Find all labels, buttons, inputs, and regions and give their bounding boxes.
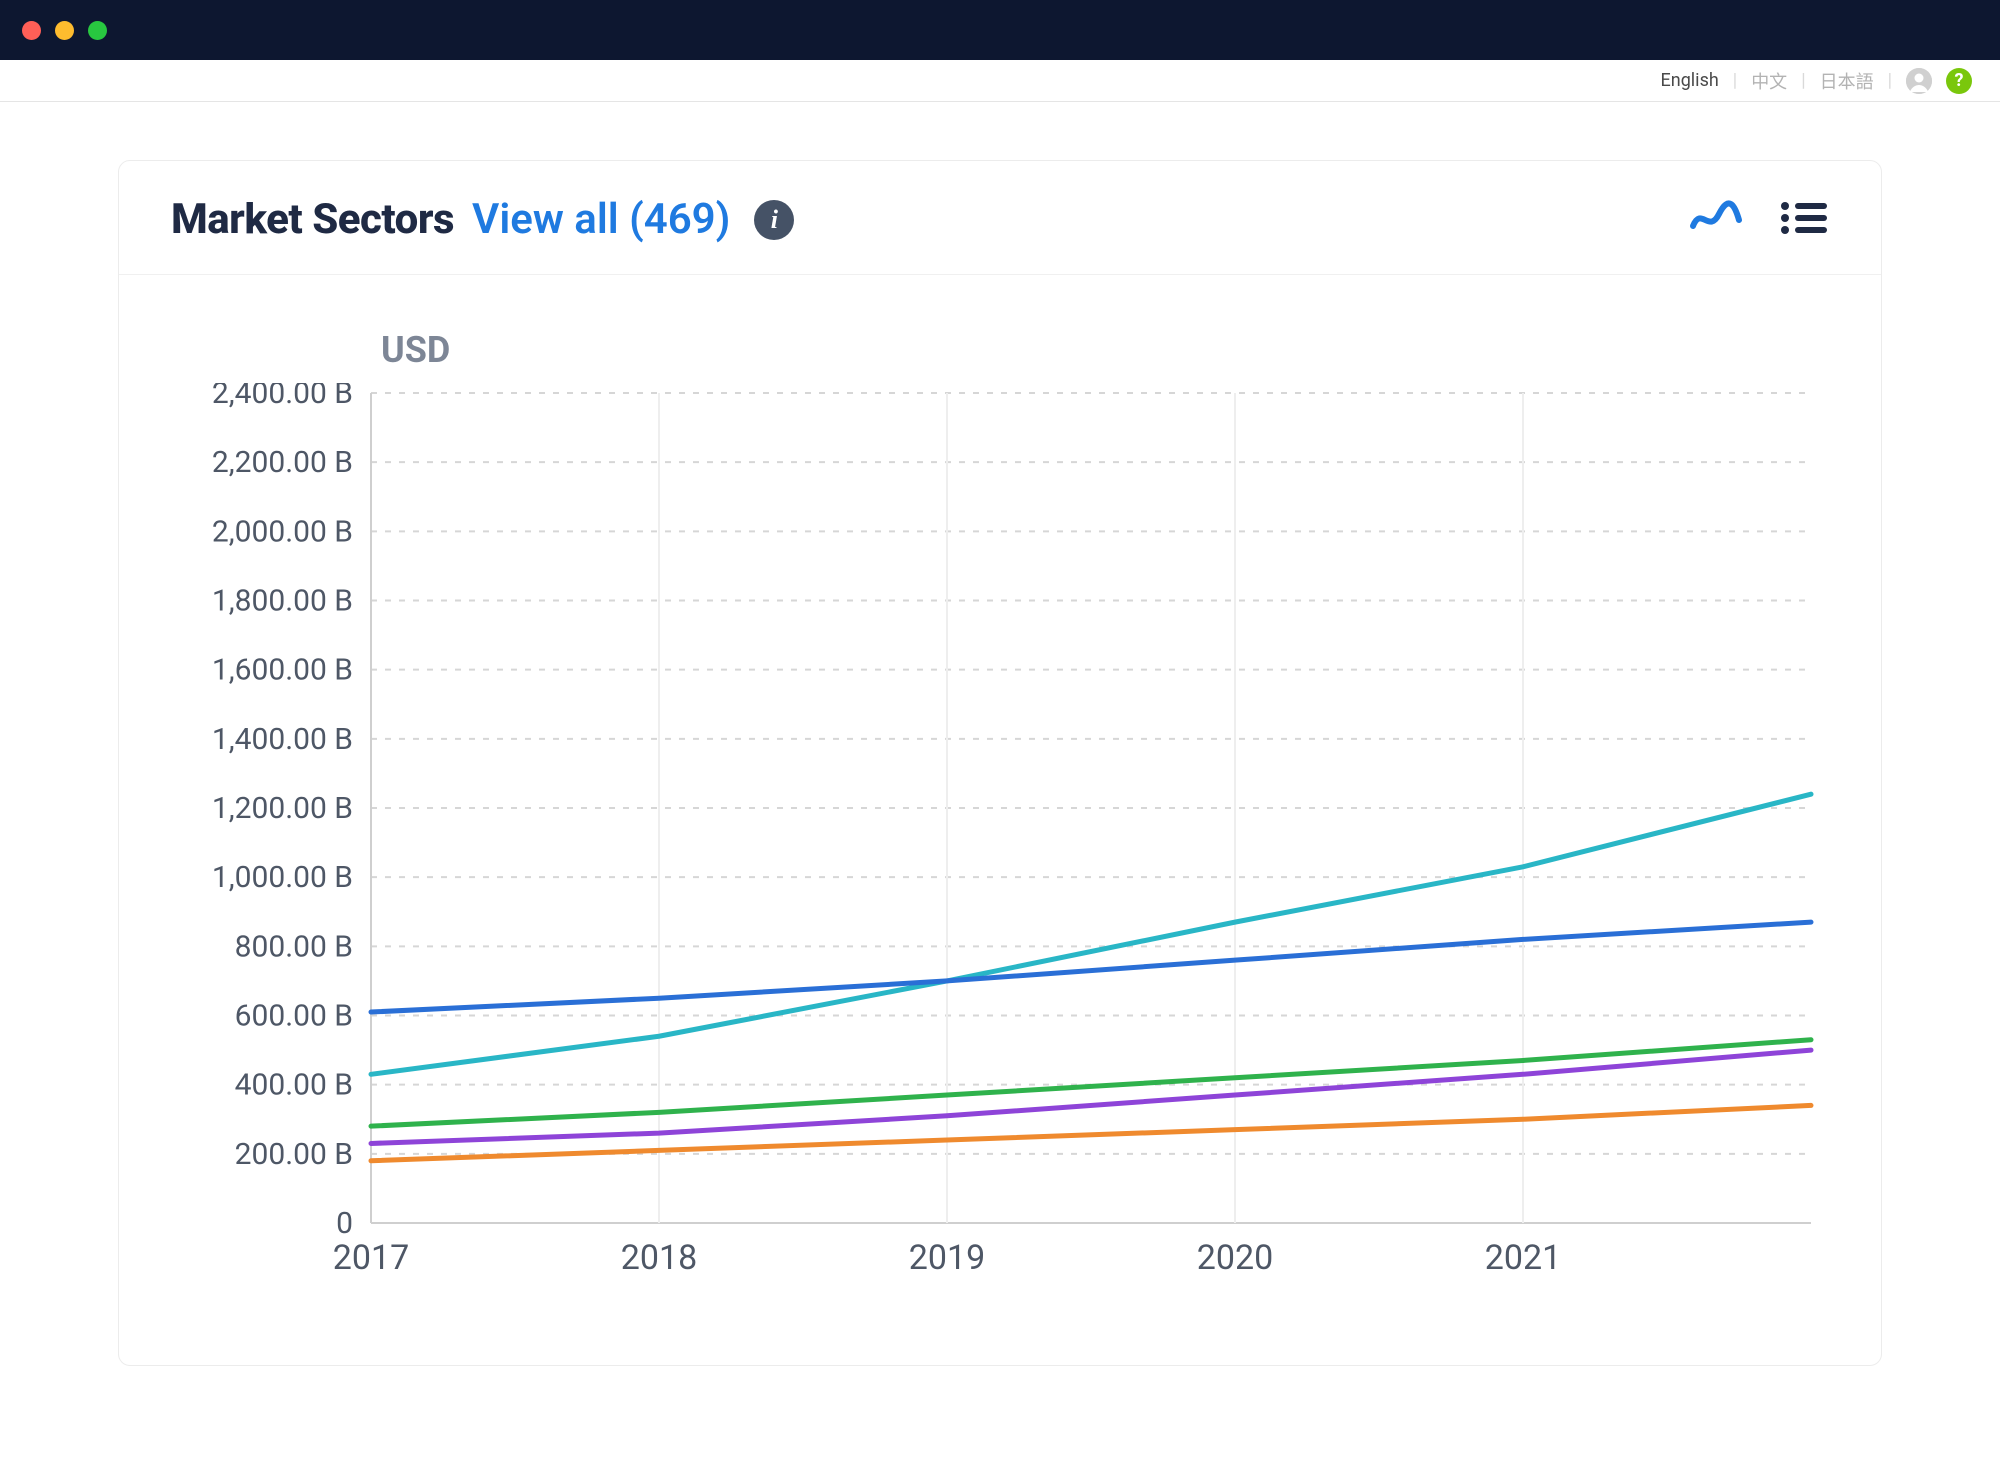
user-avatar-icon[interactable] <box>1906 68 1932 94</box>
lang-japanese[interactable]: 日本語 <box>1820 68 1874 94</box>
card-title: Market Sectors <box>171 195 454 244</box>
separator: | <box>1888 70 1892 91</box>
chart-series-blue <box>371 922 1811 1012</box>
list-view-toggle-icon[interactable] <box>1779 198 1829 242</box>
chart-y-tick-label: 2,400.00 B <box>212 383 353 411</box>
chart-x-tick-label: 2021 <box>1485 1238 1561 1278</box>
window-minimize-dot[interactable] <box>55 21 74 40</box>
chart-y-tick-label: 1,800.00 B <box>212 584 353 619</box>
chart-y-tick-label: 400.00 B <box>235 1068 353 1103</box>
chart-x-tick-label: 2019 <box>909 1238 985 1278</box>
chart-series-green <box>371 1040 1811 1126</box>
help-icon[interactable]: ? <box>1946 68 1972 94</box>
window-close-dot[interactable] <box>22 21 41 40</box>
chart-y-tick-label: 1,200.00 B <box>212 791 353 826</box>
top-utility-bar: English | 中文 | 日本語 | ? <box>0 60 2000 102</box>
chart-container: USD 0 200.00 B 400.00 B 600.00 B 800.00 B 1,0… <box>119 275 1881 1365</box>
chart-y-tick-label: 600.00 B <box>235 999 353 1034</box>
market-sectors-line-chart: 0 200.00 B 400.00 B 600.00 B 800.00 B 1,000.0… <box>171 383 1831 1303</box>
chart-series-purple <box>371 1050 1811 1143</box>
market-sectors-card: Market Sectors View all (469) i <box>118 160 1882 1366</box>
chart-y-tick-label: 1,400.00 B <box>212 722 353 757</box>
lang-chinese[interactable]: 中文 <box>1751 68 1787 94</box>
window-zoom-dot[interactable] <box>88 21 107 40</box>
chart-y-tick-label: 1,000.00 B <box>212 860 353 895</box>
chart-y-tick-label: 0 <box>336 1206 353 1241</box>
view-all-link[interactable]: View all (469) <box>472 195 730 244</box>
separator: | <box>1801 70 1805 91</box>
chart-x-tick-label: 2017 <box>333 1238 409 1278</box>
chart-x-tick-label: 2018 <box>621 1238 697 1278</box>
chart-y-axis-label: USD <box>381 329 1829 371</box>
separator: | <box>1733 70 1737 91</box>
chart-y-tick-label: 2,200.00 B <box>212 445 353 480</box>
chart-view-toggle-icon[interactable] <box>1689 198 1743 242</box>
chart-y-tick-label: 1,600.00 B <box>212 653 353 688</box>
chart-y-tick-label: 2,000.00 B <box>212 514 353 549</box>
chart-y-tick-label: 200.00 B <box>235 1137 353 1172</box>
chart-x-tick-label: 2020 <box>1197 1238 1273 1278</box>
lang-english[interactable]: English <box>1661 70 1719 91</box>
chart-y-tick-label: 800.00 B <box>235 929 353 964</box>
info-icon[interactable]: i <box>754 200 794 240</box>
window-titlebar <box>0 0 2000 60</box>
card-header: Market Sectors View all (469) i <box>119 161 1881 275</box>
page-content: Market Sectors View all (469) i <box>0 102 2000 1464</box>
